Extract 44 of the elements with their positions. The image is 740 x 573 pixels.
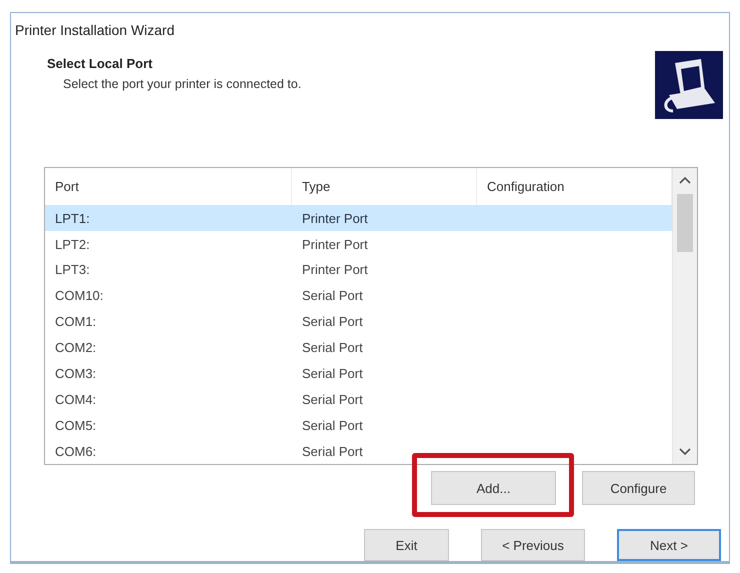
nav-button[interactable]: < Previous — [481, 529, 585, 561]
nav-button[interactable]: Next > — [617, 529, 721, 561]
port-type: Serial Port — [301, 366, 364, 381]
port-type: Serial Port — [301, 418, 364, 433]
window-title: Printer Installation Wizard — [14, 21, 176, 38]
port-type: Serial Port — [301, 392, 364, 407]
nav-button[interactable]: Exit — [364, 529, 449, 561]
list-button[interactable]: Configure — [582, 471, 695, 505]
port-list[interactable] — [44, 167, 698, 465]
port-row[interactable]: LPT2: Printer Port — [45, 231, 672, 257]
list-button[interactable]: Add... — [431, 471, 556, 505]
port-name: COM3: — [54, 366, 98, 381]
port-type: Printer Port — [301, 236, 369, 252]
port-name: COM5: — [54, 418, 98, 433]
scroll-up-icon[interactable] — [679, 175, 691, 186]
port-name: LPT3: — [54, 262, 91, 278]
port-row[interactable]: COM5: Serial Port — [45, 412, 672, 438]
port-name: COM6: — [54, 444, 98, 459]
port-name: COM4: — [54, 392, 98, 407]
port-name: LPT1: — [54, 210, 91, 226]
port-name: COM2: — [54, 340, 98, 356]
port-name: COM10: — [54, 288, 104, 304]
port-name: COM1: — [54, 314, 98, 330]
printer-computer-icon — [655, 51, 723, 119]
port-row[interactable]: COM3: Serial Port — [45, 360, 672, 386]
port-row[interactable]: COM2: Serial Port — [45, 334, 672, 360]
port-type: Serial Port — [301, 314, 364, 330]
port-row[interactable]: LPT3: Printer Port — [45, 256, 672, 283]
port-type: Serial Port — [301, 340, 364, 356]
port-row[interactable]: COM6: Serial Port — [45, 438, 672, 464]
port-type: Printer Port — [301, 210, 369, 226]
port-row[interactable]: COM4: Serial Port — [45, 386, 672, 412]
scrollbar-thumb[interactable] — [677, 194, 693, 252]
port-row[interactable]: COM1: Serial Port — [45, 308, 672, 335]
scrollbar[interactable] — [672, 168, 697, 464]
port-type: Printer Port — [301, 262, 369, 278]
port-row[interactable]: LPT1: Printer Port — [45, 205, 672, 232]
port-type: Serial Port — [301, 288, 364, 304]
scroll-down-icon[interactable] — [679, 447, 691, 457]
page-subtitle: Select the port your printer is connected to. — [62, 77, 302, 91]
port-name: LPT2: — [54, 236, 91, 252]
port-row[interactable]: COM10: Serial Port — [45, 282, 672, 309]
page-heading: Select Local Port — [47, 56, 154, 71]
port-type: Serial Port — [301, 444, 364, 459]
